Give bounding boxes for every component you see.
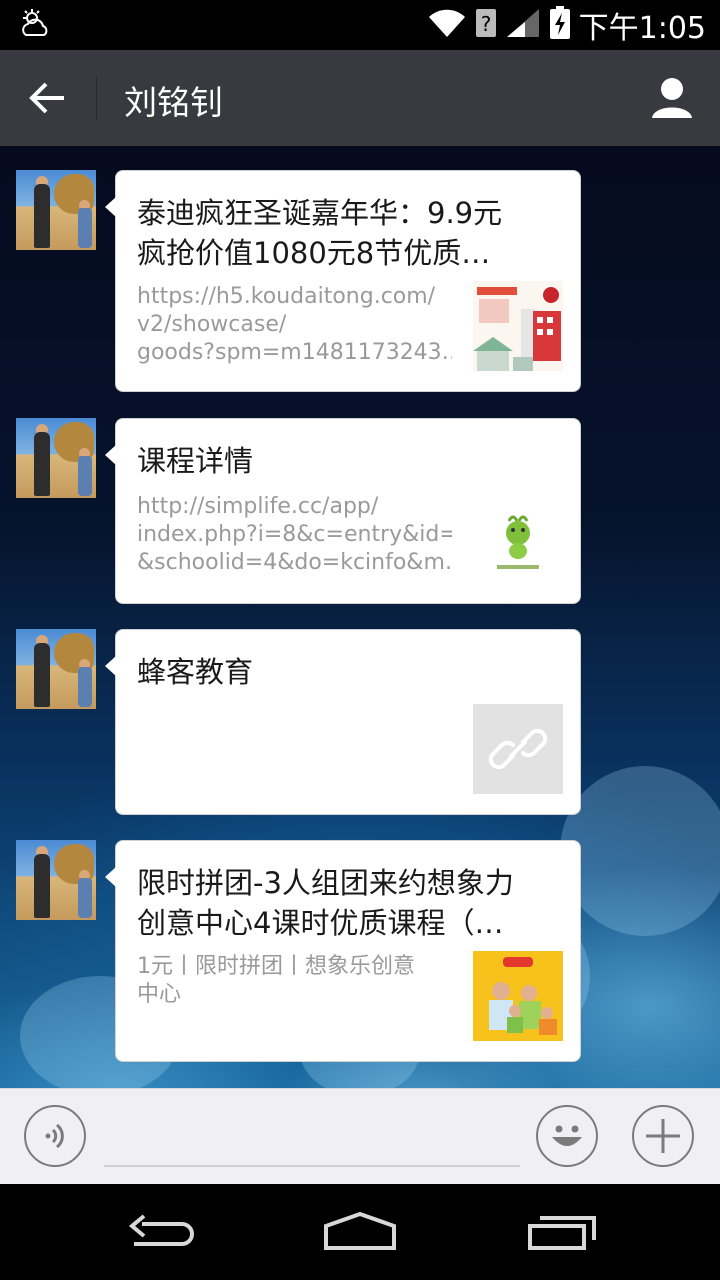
page-title: 刘铭钊 [124, 83, 223, 122]
system-nav-bar [0, 1184, 720, 1280]
link-card[interactable]: 课程详情 http://simplife.cc/app/ index.php?i… [105, 418, 581, 604]
unknown-sim-icon: ? [475, 7, 497, 43]
chat-input-bar [0, 1088, 720, 1184]
svg-text:?: ? [480, 12, 491, 36]
link-card-title: 课程详情 [137, 444, 254, 478]
avatar[interactable] [16, 418, 96, 498]
battery-charging-icon [549, 6, 571, 44]
link-card-description: 1元丨限时拼团丨想象乐创意 中心 [137, 954, 415, 1007]
family-photo-thumbnail [473, 951, 563, 1041]
link-card-description: http://simplife.cc/app/ index.php?i=8&c=… [137, 494, 452, 575]
background-bokeh [560, 766, 720, 936]
avatar[interactable] [16, 840, 96, 920]
back-arrow-icon[interactable] [28, 80, 68, 116]
status-bar: ? 下午1:05 [0, 0, 720, 50]
link-icon [473, 704, 563, 794]
home-nav-icon[interactable] [320, 1202, 400, 1262]
back-nav-icon[interactable] [120, 1202, 200, 1262]
link-card-title: 限时拼团-3人组团来约想象力 创意中心4课时优质课程（… [137, 866, 514, 940]
chat-message-list[interactable]: 泰迪疯狂圣诞嘉年华：9.9元 疯抢价值1080元8节优质… https://h5… [0, 146, 720, 1088]
avatar[interactable] [16, 170, 96, 250]
message-input[interactable] [104, 1105, 520, 1167]
emoji-icon[interactable] [536, 1105, 598, 1167]
wifi-icon [427, 7, 467, 43]
voice-input-icon[interactable] [24, 1105, 86, 1167]
recents-nav-icon[interactable] [520, 1202, 600, 1262]
status-time: 下午1:05 [578, 11, 706, 46]
plus-icon[interactable] [632, 1105, 694, 1167]
signal-icon [505, 7, 541, 43]
avatar[interactable] [16, 629, 96, 709]
link-card[interactable]: 泰迪疯狂圣诞嘉年华：9.9元 疯抢价值1080元8节优质… https://h5… [105, 170, 581, 392]
chat-header: 刘铭钊 [0, 50, 720, 146]
link-card-title: 泰迪疯狂圣诞嘉年华：9.9元 疯抢价值1080元8节优质… [137, 196, 503, 270]
green-mascot-thumbnail [473, 493, 563, 583]
link-card[interactable]: 蜂客教育 [105, 629, 581, 815]
link-card-description: https://h5.koudaitong.com/ v2/showcase/ … [137, 284, 452, 365]
user-profile-icon[interactable] [650, 76, 694, 120]
christmas-poster-thumbnail [473, 281, 563, 371]
link-card[interactable]: 限时拼团-3人组团来约想象力 创意中心4课时优质课程（… 1元丨限时拼团丨想象乐… [105, 840, 581, 1062]
weather-icon [18, 8, 54, 44]
header-divider [96, 76, 97, 120]
link-card-title: 蜂客教育 [137, 655, 254, 689]
